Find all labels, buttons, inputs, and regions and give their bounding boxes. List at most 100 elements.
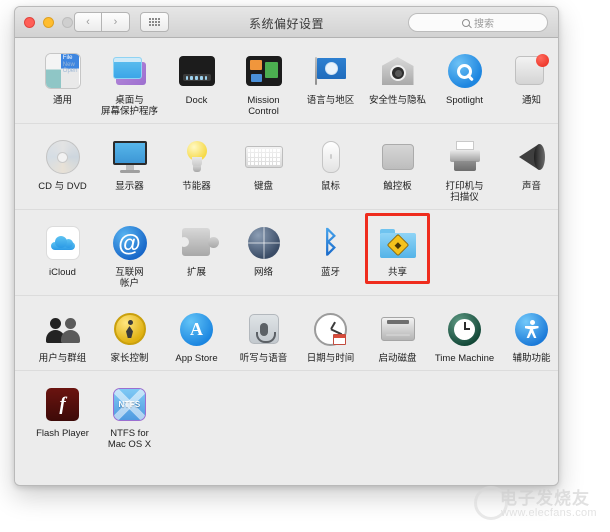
- parental-controls-icon: [110, 309, 150, 349]
- startup-disk-icon: [378, 309, 418, 349]
- watermark-logo-icon: [474, 486, 508, 520]
- pane-row: iCloud @ 互联网 帐户 扩展 网络 ᛒ 蓝牙 ◆ 共享: [15, 210, 558, 296]
- pane-startup-disk[interactable]: 启动磁盘: [364, 304, 431, 364]
- spotlight-icon: [445, 51, 485, 91]
- ntfs-icon: NTFS: [110, 384, 150, 424]
- pane-label: Mission Control: [247, 95, 280, 117]
- internet-accounts-icon: @: [110, 223, 150, 263]
- pane-keyboard[interactable]: 键盘: [230, 132, 297, 192]
- sharing-icon: ◆: [378, 223, 418, 263]
- search-placeholder: 搜索: [474, 19, 494, 30]
- flash-player-icon: f: [43, 384, 83, 424]
- pane-label: 键盘: [253, 181, 273, 192]
- ntfs-glyph: NTFS: [118, 399, 141, 409]
- app-store-glyph: A: [190, 319, 203, 339]
- search-field[interactable]: 搜索: [408, 13, 548, 32]
- pane-dictation-speech[interactable]: 听写与语音: [230, 304, 297, 364]
- pane-label: 语言与地区: [306, 95, 355, 106]
- pane-label: 用户与群组: [38, 353, 87, 364]
- window-titlebar: ‹ › 系统偏好设置 搜索: [15, 7, 558, 38]
- pane-mouse[interactable]: 鼠标: [297, 132, 364, 192]
- pane-label: iCloud: [49, 267, 76, 278]
- watermark-brand: 电子发烧友: [500, 489, 590, 509]
- cd-dvd-icon: [43, 137, 83, 177]
- language-region-icon: [311, 51, 351, 91]
- pane-label: 显示器: [115, 181, 144, 192]
- pane-printers-scanners[interactable]: 打印机与 扫描仪: [431, 132, 498, 203]
- pane-label: 鼠标: [320, 181, 340, 192]
- pane-displays[interactable]: 显示器: [96, 132, 163, 192]
- pane-cd-dvd[interactable]: CD 与 DVD: [29, 132, 96, 192]
- at-glyph: @: [112, 226, 147, 260]
- bluetooth-icon: ᛒ: [311, 223, 351, 263]
- pane-network[interactable]: 网络: [230, 218, 297, 278]
- pane-trackpad[interactable]: 触控板: [364, 132, 431, 192]
- app-store-icon: A: [177, 309, 217, 349]
- screenshot-root: ‹ › 系统偏好设置 搜索 File New Open 通用 桌面与 屏幕保护程…: [0, 0, 610, 532]
- bluetooth-glyph: ᛒ: [321, 226, 340, 259]
- pane-label: 打印机与 扫描仪: [445, 181, 484, 203]
- pane-row: f Flash Player NTFS NTFS for Mac OS X: [15, 371, 558, 456]
- pane-label: App Store: [175, 353, 218, 364]
- pane-dock[interactable]: Dock: [163, 46, 230, 106]
- pane-mission-control[interactable]: Mission Control: [230, 46, 297, 117]
- pane-accessibility[interactable]: 辅助功能: [498, 304, 558, 364]
- pane-internet-accounts[interactable]: @ 互联网 帐户: [96, 218, 163, 289]
- energy-saver-icon: [177, 137, 217, 177]
- pane-sharing[interactable]: ◆ 共享: [364, 213, 431, 284]
- general-icon: File New Open: [43, 51, 83, 91]
- time-machine-icon: [445, 309, 485, 349]
- pane-flash-player[interactable]: f Flash Player: [29, 379, 96, 439]
- icloud-icon: [43, 223, 83, 263]
- search-icon: [462, 18, 470, 27]
- watermark-url: www.elecfans.com: [501, 507, 597, 519]
- pane-parental-controls[interactable]: 家长控制: [96, 304, 163, 364]
- keyboard-icon: [244, 137, 284, 177]
- users-groups-icon: [43, 309, 83, 349]
- pane-label: 扩展: [186, 267, 206, 278]
- displays-icon: [110, 137, 150, 177]
- pane-label: 辅助功能: [512, 353, 551, 364]
- pane-time-machine[interactable]: Time Machine: [431, 304, 498, 364]
- pane-bluetooth[interactable]: ᛒ 蓝牙: [297, 218, 364, 278]
- pane-label: 节能器: [182, 181, 211, 192]
- pane-security-privacy[interactable]: 安全性与隐私: [364, 46, 431, 106]
- pane-label: 通知: [521, 95, 541, 106]
- trackpad-icon: [378, 137, 418, 177]
- pane-spotlight[interactable]: Spotlight: [431, 46, 498, 106]
- pane-label: 启动磁盘: [378, 353, 417, 364]
- pane-language-region[interactable]: 语言与地区: [297, 46, 364, 106]
- pane-label: Flash Player: [36, 428, 89, 439]
- notifications-icon: [512, 51, 552, 91]
- pane-row: File New Open 通用 桌面与 屏幕保护程序 Dock Mission…: [15, 38, 558, 124]
- mouse-icon: [311, 137, 351, 177]
- pane-label: Time Machine: [434, 353, 495, 364]
- network-icon: [244, 223, 284, 263]
- pane-label: 蓝牙: [320, 267, 340, 278]
- pane-label: Spotlight: [446, 95, 483, 106]
- pane-label: 听写与语音: [239, 353, 288, 364]
- pane-row: 用户与群组 家长控制 A App Store 听写与语音 日期与时间 启动磁盘 …: [15, 296, 558, 371]
- pane-app-store[interactable]: A App Store: [163, 304, 230, 364]
- pane-label: 网络: [253, 267, 273, 278]
- pane-sound[interactable]: 声音: [498, 132, 558, 192]
- mission-control-icon: [244, 51, 284, 91]
- pane-label: NTFS for Mac OS X: [107, 428, 152, 450]
- pane-general[interactable]: File New Open 通用: [29, 46, 96, 106]
- pane-label: Dock: [185, 95, 208, 106]
- pane-label: 安全性与隐私: [368, 95, 426, 106]
- pane-ntfs-for-mac[interactable]: NTFS NTFS for Mac OS X: [96, 379, 163, 450]
- pane-energy-saver[interactable]: 节能器: [163, 132, 230, 192]
- pane-label: 互联网 帐户: [115, 267, 144, 289]
- pane-desktop-screensaver[interactable]: 桌面与 屏幕保护程序: [96, 46, 163, 117]
- pane-icloud[interactable]: iCloud: [29, 218, 96, 278]
- pane-extensions[interactable]: 扩展: [163, 218, 230, 278]
- general-icon-line3: Open: [62, 68, 78, 74]
- security-privacy-icon: [378, 51, 418, 91]
- preference-panes-grid: File New Open 通用 桌面与 屏幕保护程序 Dock Mission…: [15, 38, 558, 485]
- pane-date-time[interactable]: 日期与时间: [297, 304, 364, 364]
- pane-notifications[interactable]: 通知: [498, 46, 558, 106]
- dock-icon: [177, 51, 217, 91]
- date-time-icon: [311, 309, 351, 349]
- pane-users-groups[interactable]: 用户与群组: [29, 304, 96, 364]
